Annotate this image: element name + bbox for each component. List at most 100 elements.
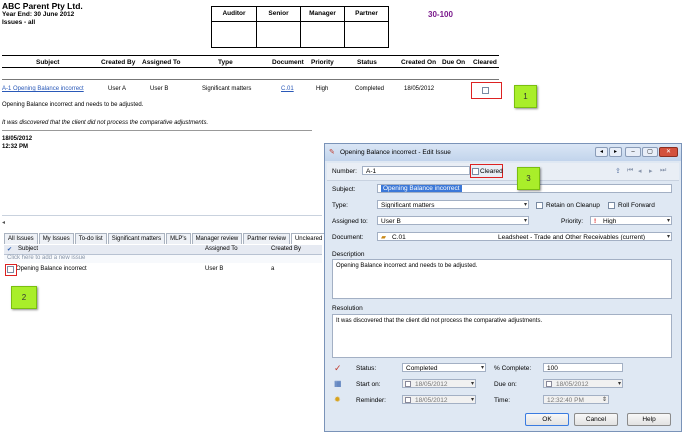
table-row[interactable]: Opening Balance incorrect User B a bbox=[4, 265, 322, 275]
description-textarea[interactable]: Opening Balance incorrect and needs to b… bbox=[332, 259, 672, 299]
issue-tabs: All Issues My Issues To-do list Signific… bbox=[4, 233, 337, 244]
col-created-on: Created On bbox=[401, 59, 437, 66]
col-cleared: Cleared bbox=[473, 59, 497, 66]
edit-doc-icon[interactable]: ⇪ bbox=[615, 167, 621, 175]
tab-partner-review[interactable]: Partner review bbox=[243, 233, 290, 244]
priority-label: Priority: bbox=[561, 218, 584, 225]
company-name: ABC Parent Pty Ltd. bbox=[2, 1, 83, 11]
due-date-checkbox[interactable] bbox=[546, 381, 552, 387]
cleared-label: Cleared bbox=[480, 168, 503, 175]
date-picker-icon[interactable]: ▾ bbox=[618, 380, 621, 387]
next-record-icon[interactable]: ▸ bbox=[649, 167, 653, 175]
time-value: 12:32:40 PM bbox=[547, 397, 584, 404]
dialog-title: Opening Balance incorrect - Edit Issue bbox=[340, 149, 451, 156]
grid-col-created-by[interactable]: Created By bbox=[271, 246, 301, 252]
complete-input[interactable]: 100 bbox=[543, 363, 623, 372]
col-status: Status bbox=[357, 59, 377, 66]
time-field[interactable]: 12:32:40 PM ⇕ bbox=[543, 395, 609, 404]
signoff-auditor: Auditor bbox=[212, 7, 256, 22]
tab-significant-matters[interactable]: Significant matters bbox=[107, 233, 166, 244]
due-label: Due on: bbox=[494, 381, 517, 388]
assigned-label: Assigned to: bbox=[332, 218, 368, 225]
row-priority: High bbox=[316, 86, 329, 92]
date-picker-icon[interactable]: ▾ bbox=[471, 380, 474, 387]
status-label: Status: bbox=[356, 365, 377, 372]
reminder-date-field[interactable]: 18/05/2012 ▾ bbox=[402, 395, 476, 404]
document-label: Document: bbox=[332, 234, 364, 241]
grid-col-subject[interactable]: Subject bbox=[18, 246, 38, 252]
chevron-down-icon: ▾ bbox=[523, 202, 527, 208]
row-document-link[interactable]: C.01 bbox=[281, 86, 294, 92]
last-record-icon[interactable]: ⏭ bbox=[660, 167, 666, 175]
help-button[interactable]: Help bbox=[627, 413, 671, 426]
status-icon: ✓ bbox=[334, 363, 342, 373]
type-value: Significant matters bbox=[381, 202, 435, 209]
add-new-issue-row[interactable]: Click here to add a new issue bbox=[4, 255, 322, 263]
roll-forward-checkbox[interactable] bbox=[608, 202, 615, 209]
due-date-field[interactable]: 18/05/2012 ▾ bbox=[543, 379, 623, 388]
cleared-checkbox-report[interactable] bbox=[482, 87, 489, 94]
due-value: 18/05/2012 bbox=[556, 381, 589, 388]
priority-value: High bbox=[603, 218, 617, 225]
row-created-on: 18/05/2012 bbox=[404, 86, 435, 92]
tab-all-issues[interactable]: All Issues bbox=[4, 233, 38, 244]
priority-select[interactable]: ! High ▾ bbox=[590, 216, 672, 225]
issue-link[interactable]: A-1 Opening Balance incorrect bbox=[2, 86, 84, 92]
document-ref: C.01 bbox=[392, 234, 406, 241]
col-document: Document bbox=[272, 59, 304, 66]
chevron-down-icon: ▾ bbox=[666, 234, 670, 240]
spin-icon[interactable]: ⇕ bbox=[602, 396, 607, 403]
grid-col-assigned-to[interactable]: Assigned To bbox=[205, 246, 238, 252]
retain-cleanup-label: Retain on Cleanup bbox=[546, 202, 600, 209]
callout-2: 2 bbox=[11, 286, 37, 309]
maximize-icon[interactable]: ▢ bbox=[642, 147, 658, 157]
number-field[interactable]: A-1 bbox=[362, 166, 470, 175]
document-name: Leadsheet - Trade and Other Receivables … bbox=[498, 234, 646, 241]
ok-button[interactable]: OK bbox=[525, 413, 569, 426]
pane-splitter[interactable] bbox=[2, 215, 322, 216]
complete-label: % Complete: bbox=[494, 365, 532, 372]
reminder-label: Reminder: bbox=[356, 397, 386, 404]
retain-cleanup-checkbox[interactable] bbox=[536, 202, 543, 209]
first-record-icon[interactable]: ⏮ bbox=[627, 167, 633, 175]
reminder-checkbox[interactable] bbox=[405, 397, 411, 403]
minimize-icon[interactable]: – bbox=[625, 147, 641, 157]
tab-mlps[interactable]: MLP's bbox=[166, 233, 191, 244]
chevron-down-icon: ▾ bbox=[523, 218, 527, 224]
close-icon[interactable]: ✕ bbox=[659, 147, 678, 157]
date-picker-icon[interactable]: ▾ bbox=[471, 396, 474, 403]
cleared-checkbox[interactable] bbox=[472, 168, 479, 175]
start-label: Start on: bbox=[356, 381, 381, 388]
col-due-on: Due On bbox=[442, 59, 466, 66]
report-time: 12:32 PM bbox=[2, 144, 29, 150]
exclamation-icon: ! bbox=[594, 218, 597, 225]
issues-filter-label: Issues - all bbox=[2, 19, 36, 26]
row-assigned-to: User B bbox=[150, 86, 169, 92]
col-priority: Priority bbox=[311, 59, 334, 66]
dialog-next-icon[interactable]: ▸ bbox=[609, 147, 622, 157]
type-label: Type: bbox=[332, 202, 348, 209]
subject-value: Opening Balance incorrect bbox=[381, 185, 462, 192]
tab-my-issues[interactable]: My Issues bbox=[38, 233, 74, 244]
subject-label: Subject: bbox=[332, 186, 356, 193]
report-description: Opening Balance incorrect and needs to b… bbox=[2, 102, 144, 108]
divider bbox=[2, 55, 499, 56]
type-select[interactable]: Significant matters ▾ bbox=[377, 200, 529, 209]
tab-manager-review[interactable]: Manager review bbox=[191, 233, 243, 244]
cancel-button[interactable]: Cancel bbox=[574, 413, 618, 426]
assigned-select[interactable]: User B ▾ bbox=[377, 216, 529, 225]
status-select[interactable]: Completed ▾ bbox=[402, 363, 486, 372]
row-type: Significant matters bbox=[202, 86, 252, 92]
grid-row-assigned-to: User B bbox=[205, 266, 224, 272]
year-end: Year End: 30 June 2012 bbox=[2, 11, 75, 18]
issue-icon: ✎ bbox=[329, 149, 335, 156]
prev-record-icon[interactable]: ◂ bbox=[638, 167, 642, 175]
cleared-checkbox-grid[interactable] bbox=[7, 266, 14, 273]
resolution-textarea[interactable]: It was discovered that the client did no… bbox=[332, 314, 672, 358]
dialog-prev-icon[interactable]: ◂ bbox=[595, 147, 608, 157]
tab-todo-list[interactable]: To-do list bbox=[74, 233, 107, 244]
document-select[interactable]: ▰ C.01 Leadsheet - Trade and Other Recei… bbox=[377, 232, 672, 241]
report-date: 18/05/2012 bbox=[2, 136, 33, 142]
start-date-field[interactable]: 18/05/2012 ▾ bbox=[402, 379, 476, 388]
start-date-checkbox[interactable] bbox=[405, 381, 411, 387]
